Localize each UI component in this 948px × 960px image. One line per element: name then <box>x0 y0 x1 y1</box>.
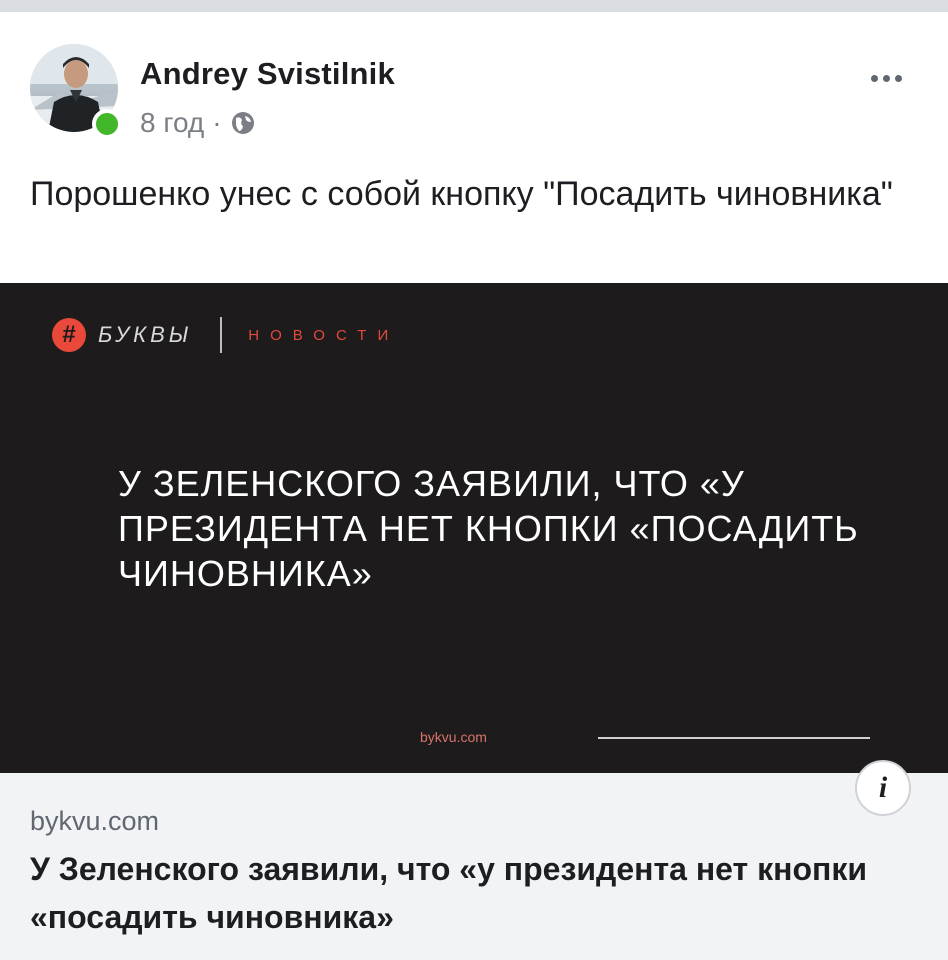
post-meta: 8 год · <box>140 107 256 139</box>
brand-logo: # БУКВЫ НОВОСТИ <box>52 317 399 353</box>
online-status-indicator <box>92 109 122 139</box>
link-preview-image[interactable]: # БУКВЫ НОВОСТИ У ЗЕЛЕНСКОГО ЗАЯВИЛИ, ЧТ… <box>0 283 948 773</box>
post-text: Порошенко унес с собой кнопку "Посадить … <box>30 175 893 213</box>
feed-divider <box>0 0 948 12</box>
brand-name: БУКВЫ <box>98 322 193 347</box>
image-domain: bykvu.com <box>420 729 487 745</box>
link-preview-card[interactable]: bykvu.com У Зеленского заявили, что «у п… <box>0 773 948 960</box>
more-icon[interactable] <box>862 68 910 88</box>
post-header: Andrey Svistilnik 8 год · <box>0 12 948 152</box>
link-domain: bykvu.com <box>30 806 160 836</box>
author-name[interactable]: Andrey Svistilnik <box>140 56 395 92</box>
globe-icon <box>230 110 256 136</box>
info-icon[interactable]: i <box>855 760 911 816</box>
image-headline: У ЗЕЛЕНСКОГО ЗАЯВИЛИ, ЧТО «У ПРЕЗИДЕНТА … <box>118 463 859 594</box>
brand-section: НОВОСТИ <box>248 326 400 344</box>
link-title[interactable]: У Зеленского заявили, что «у президента … <box>30 845 910 941</box>
brand-divider <box>220 317 223 353</box>
meta-separator: · <box>212 107 222 138</box>
image-divider-line <box>598 737 870 739</box>
post-timestamp[interactable]: 8 год <box>140 107 204 139</box>
hash-logo-icon: # <box>52 318 86 352</box>
